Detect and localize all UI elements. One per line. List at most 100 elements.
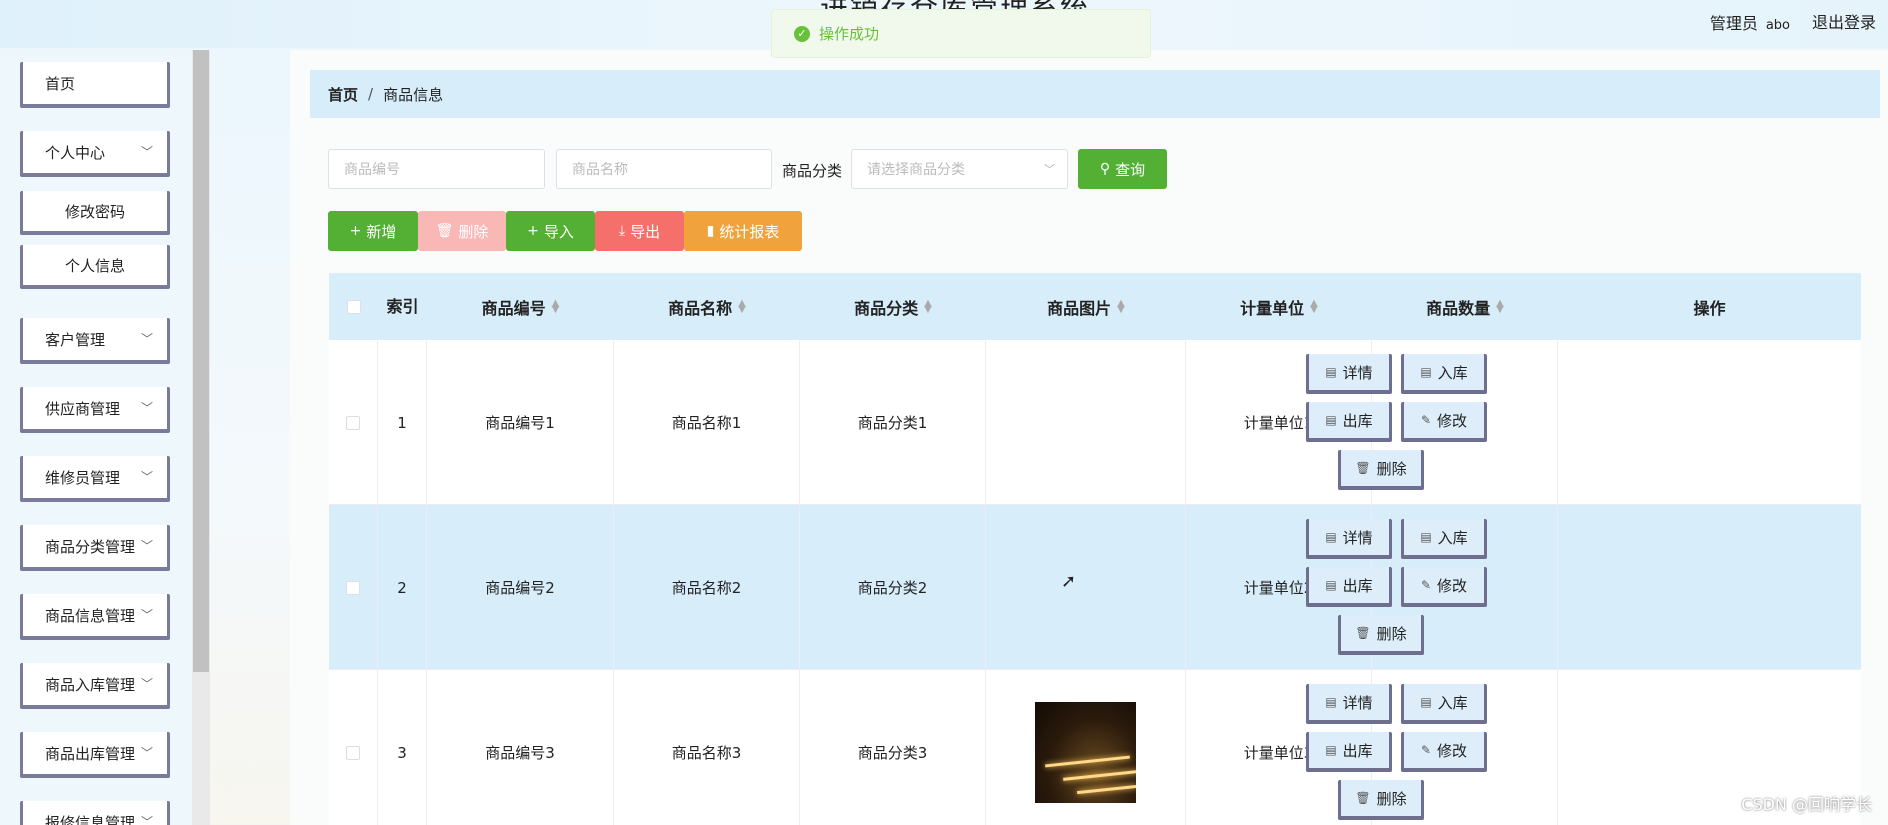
chevron-down-icon: ﹀: [140, 401, 153, 415]
document-icon: ▤: [1325, 530, 1337, 544]
edit-button[interactable]: ✎ 修改: [1401, 732, 1487, 772]
document-icon: ▤: [1420, 530, 1432, 544]
lamp-light-bar: [1063, 770, 1136, 781]
report-button-label: 统计报表: [719, 222, 780, 241]
sidebar-item-2[interactable]: 修改密码: [20, 191, 170, 235]
report-button[interactable]: ▮ 统计报表: [684, 211, 802, 251]
cell-category: 商品分类3: [800, 670, 986, 825]
col-unit-label: 计量单位: [1240, 298, 1305, 318]
breadcrumb-home[interactable]: 首页: [328, 84, 358, 105]
chevron-down-icon: ﹀: [1044, 163, 1055, 176]
detail-button[interactable]: ▤ 详情: [1306, 519, 1392, 559]
product-image-cell: [986, 505, 1186, 670]
sidebar-scroll-thumb[interactable]: [193, 50, 209, 672]
sidebar-item-0[interactable]: 首页: [20, 62, 170, 108]
username: abo: [1765, 18, 1790, 33]
category-select[interactable]: 请选择商品分类 ﹀: [851, 149, 1068, 189]
row-checkbox[interactable]: [346, 415, 360, 430]
sidebar-item-4[interactable]: 客户管理 ﹀: [20, 318, 170, 364]
breadcrumb-separator: /: [368, 85, 374, 103]
stock-out-button[interactable]: ▤ 出库: [1306, 732, 1392, 772]
breadcrumb: 首页 / 商品信息: [310, 70, 1880, 118]
chevron-down-icon: ﹀: [140, 539, 153, 553]
col-unit[interactable]: 计量单位 ▲ ▼: [1186, 273, 1372, 340]
logout-link[interactable]: 退出登录: [1812, 9, 1876, 33]
table-row: 2商品编号2商品名称2商品分类2计量单位2200▤详情▤入库▤出库✎修改🗑删除: [329, 505, 1861, 670]
sidebar-item-11[interactable]: 报修信息管理 ﹀: [20, 801, 170, 825]
cell-name: 商品名称1: [614, 340, 800, 505]
col-name-label: 商品名称: [668, 298, 733, 318]
table-row: 3商品编号3商品名称3商品分类3计量单位33▤详情▤入库▤出库✎修改🗑删除: [329, 670, 1861, 825]
import-button[interactable]: + 导入: [506, 211, 595, 251]
cell-index: 1: [378, 340, 427, 505]
search-button[interactable]: ⚲ 查询: [1078, 149, 1167, 189]
col-name[interactable]: 商品名称 ▲ ▼: [614, 273, 800, 340]
chevron-down-icon: ﹀: [140, 815, 153, 825]
document-icon: ▤: [1420, 365, 1432, 379]
edit-button[interactable]: ✎ 修改: [1401, 402, 1487, 442]
chevron-down-icon: ﹀: [140, 332, 153, 346]
sidebar-item-5[interactable]: 供应商管理 ﹀: [20, 387, 170, 433]
trash-icon: 🗑: [1355, 791, 1371, 805]
watermark: CSDN @回响学长: [1741, 795, 1872, 814]
select-all-checkbox[interactable]: [346, 299, 361, 314]
sidebar-item-6[interactable]: 维修员管理 ﹀: [20, 456, 170, 502]
col-category-label: 商品分类: [854, 298, 919, 318]
stock-out-button-label: 出库: [1342, 741, 1373, 760]
breadcrumb-current: 商品信息: [383, 85, 444, 104]
delete-button-label: 删除: [1376, 624, 1407, 643]
col-qty-label: 商品数量: [1426, 298, 1491, 318]
edit-icon: ✎: [1420, 743, 1432, 757]
chevron-down-icon: ﹀: [140, 608, 153, 622]
col-qty[interactable]: 商品数量 ▲ ▼: [1372, 273, 1558, 340]
chevron-down-icon: ﹀: [140, 145, 153, 159]
sidebar-item-7[interactable]: 商品分类管理 ﹀: [20, 525, 170, 571]
edit-icon: ✎: [1420, 413, 1432, 427]
sidebar-item-10[interactable]: 商品出库管理 ﹀: [20, 732, 170, 778]
sidebar-item-1[interactable]: 个人中心 ﹀: [20, 131, 170, 177]
detail-button[interactable]: ▤ 详情: [1306, 354, 1392, 394]
delete-button-label: 删除: [1376, 789, 1407, 808]
row-select-cell: [329, 670, 378, 825]
batch-delete-button[interactable]: 🗑 删除: [418, 211, 506, 251]
stock-in-button-label: 入库: [1437, 528, 1468, 547]
col-image-label: 商品图片: [1047, 298, 1112, 318]
row-checkbox[interactable]: [346, 745, 360, 760]
delete-button[interactable]: 🗑 删除: [1338, 615, 1424, 655]
edit-button[interactable]: ✎ 修改: [1401, 567, 1487, 607]
product-image[interactable]: [1035, 702, 1136, 803]
col-image[interactable]: 商品图片 ▲ ▼: [986, 273, 1186, 340]
col-code[interactable]: 商品编号 ▲ ▼: [427, 273, 614, 340]
table-header: 索引 商品编号 ▲ ▼ 商品名称 ▲ ▼ 商品分类 ▲ ▼ 商品图片 ▲ ▼ 计量单位 ▲ ▼ 商品…: [329, 273, 1861, 340]
export-button[interactable]: ⤓ 导出: [595, 211, 684, 251]
edit-button-label: 修改: [1437, 576, 1468, 595]
product-name-input[interactable]: 商品名称: [556, 149, 772, 189]
sidebar-item-3[interactable]: 个人信息: [20, 245, 170, 289]
cell-category: 商品分类2: [800, 505, 986, 670]
stock-out-button[interactable]: ▤ 出库: [1306, 402, 1392, 442]
col-index: 索引: [386, 296, 419, 316]
detail-button[interactable]: ▤ 详情: [1306, 684, 1392, 724]
stock-in-button[interactable]: ▤ 入库: [1401, 684, 1487, 724]
stock-in-button[interactable]: ▤ 入库: [1401, 354, 1487, 394]
edit-button-label: 修改: [1437, 741, 1468, 760]
product-image-cell: [986, 670, 1186, 825]
product-code-input[interactable]: 商品编号: [328, 149, 545, 189]
delete-button[interactable]: 🗑 删除: [1338, 450, 1424, 490]
document-icon: ▤: [1325, 695, 1337, 709]
stock-in-button-label: 入库: [1437, 693, 1468, 712]
delete-button-label: 删除: [1376, 459, 1407, 478]
col-category[interactable]: 商品分类 ▲ ▼: [800, 273, 986, 340]
delete-button[interactable]: 🗑 删除: [1338, 780, 1424, 820]
stock-in-button[interactable]: ▤ 入库: [1401, 519, 1487, 559]
sidebar-item-9[interactable]: 商品入库管理 ﹀: [20, 663, 170, 709]
document-icon: ▤: [1325, 743, 1337, 757]
stock-out-button[interactable]: ▤ 出库: [1306, 567, 1392, 607]
cell-name: 商品名称2: [614, 505, 800, 670]
row-select-cell: [329, 340, 378, 505]
sidebar-item-8[interactable]: 商品信息管理 ﹀: [20, 594, 170, 640]
row-checkbox[interactable]: [346, 580, 360, 595]
add-button[interactable]: + 新增: [328, 211, 418, 251]
cell-index: 2: [378, 505, 427, 670]
cell-index: 3: [378, 670, 427, 825]
